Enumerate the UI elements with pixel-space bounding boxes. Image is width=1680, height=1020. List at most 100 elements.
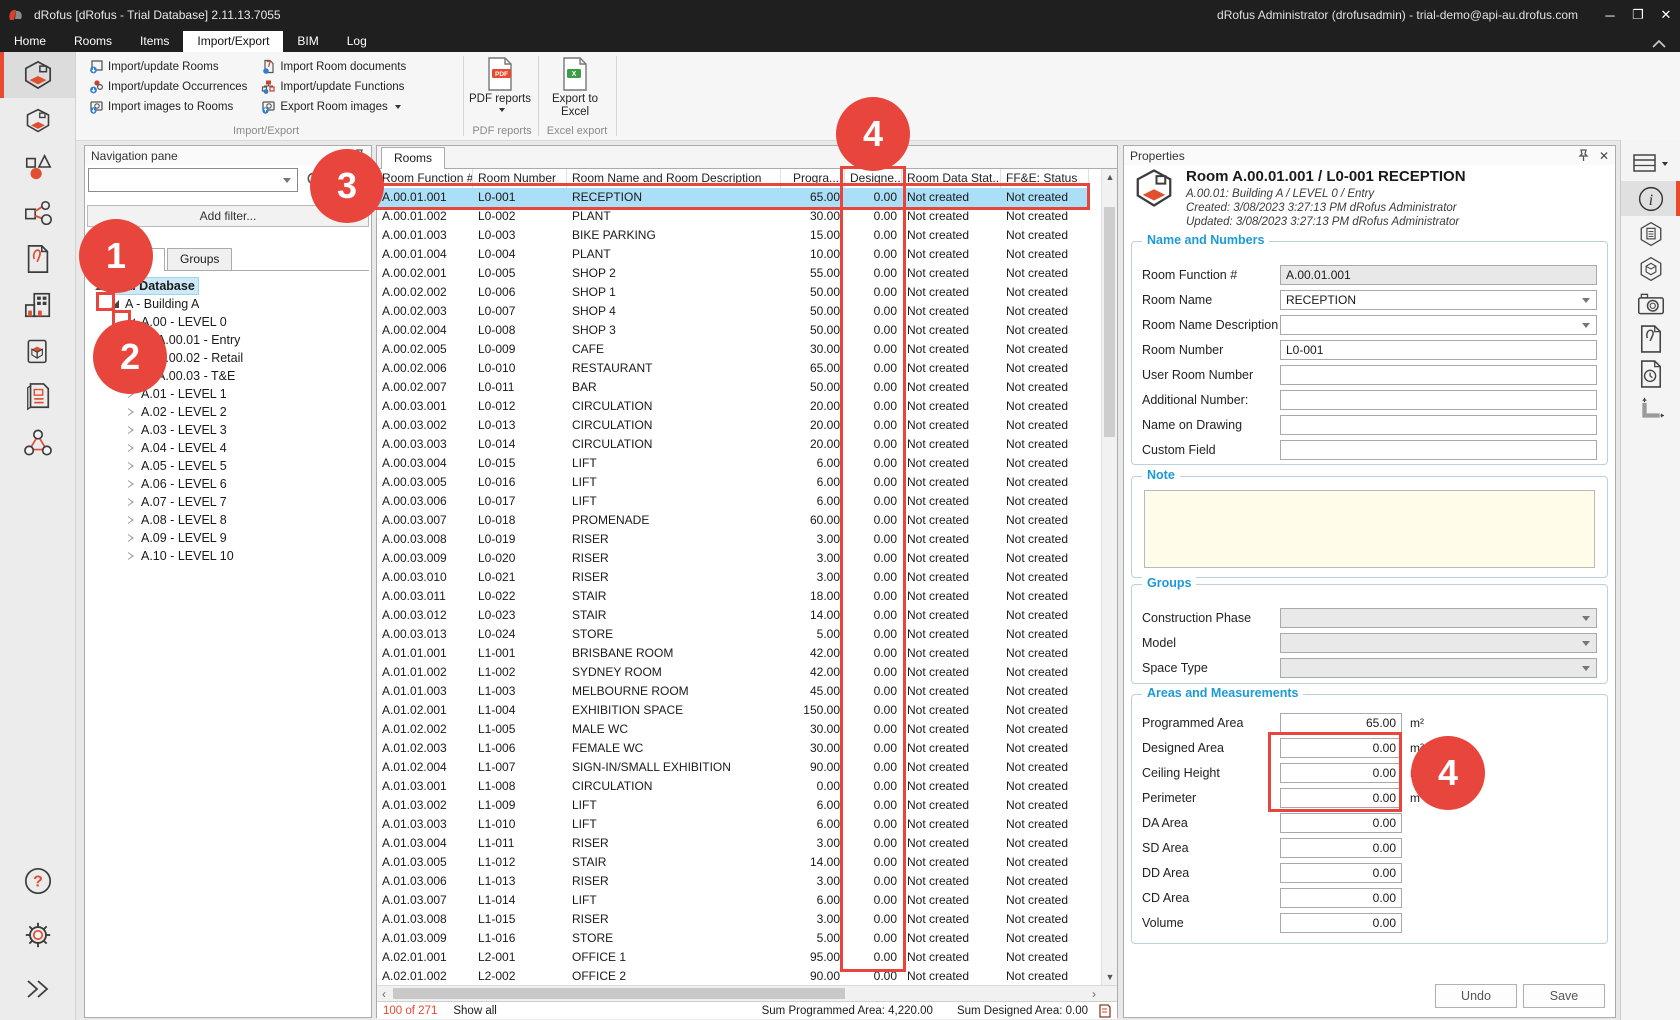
table-row[interactable]: A.01.01.001L1-001BRISBANE ROOM42.000.00N…	[377, 644, 1089, 663]
note-input[interactable]	[1144, 490, 1595, 568]
tree-item[interactable]: A.04 - LEVEL 4	[87, 439, 369, 457]
table-row[interactable]: A.01.03.003L1-010LIFT6.000.00Not created…	[377, 815, 1089, 834]
field-input-sd-area[interactable]: 0.00	[1280, 838, 1402, 858]
tree-collapsed-arrow-icon[interactable]	[125, 442, 138, 455]
table-row[interactable]: A.01.03.004L1-011RISER3.000.00Not create…	[377, 834, 1089, 853]
field-input-designed-area[interactable]: 0.00	[1280, 738, 1402, 758]
tab-room-documents[interactable]	[1621, 321, 1680, 356]
menu-tab-import-export[interactable]: Import/Export	[183, 31, 283, 52]
field-input-dd-area[interactable]: 0.00	[1280, 863, 1402, 883]
field-input-user-room-number[interactable]	[1280, 365, 1597, 385]
table-row[interactable]: A.02.01.002L2-002OFFICE 290.000.00Not cr…	[377, 967, 1089, 985]
table-row[interactable]: A.00.02.007L0-011BAR50.000.00Not created…	[377, 378, 1089, 397]
export-room-images-button[interactable]: Export Room images	[257, 98, 410, 115]
menu-tab-log[interactable]: Log	[333, 31, 381, 52]
pdf-reports-button[interactable]: PDF PDF reports	[467, 52, 533, 113]
sidebar-item-reports[interactable]	[0, 374, 75, 420]
table-row[interactable]: A.02.01.001L2-001OFFICE 195.000.00Not cr…	[377, 948, 1089, 967]
tab-groups[interactable]: Groups	[167, 248, 232, 270]
scroll-left-icon[interactable]: ‹	[377, 986, 391, 1001]
field-input-name-on-drawing[interactable]	[1280, 415, 1597, 435]
settings-button[interactable]	[0, 912, 75, 958]
scroll-up-icon[interactable]: ▲	[1102, 169, 1118, 185]
table-row[interactable]: A.00.03.003L0-014CIRCULATION20.000.00Not…	[377, 435, 1089, 454]
table-row[interactable]: A.00.02.002L0-006SHOP 150.000.00Not crea…	[377, 283, 1089, 302]
table-row[interactable]: A.01.03.006L1-013RISER3.000.00Not create…	[377, 872, 1089, 891]
table-row[interactable]: A.00.01.002L0-002PLANT30.000.00Not creat…	[377, 207, 1089, 226]
sidebar-item-systems[interactable]	[0, 420, 75, 466]
menu-tab-bim[interactable]: BIM	[283, 31, 332, 52]
tree-item[interactable]: A.00.01 - Entry	[87, 331, 369, 349]
field-input-ceiling-height[interactable]: 0.00	[1280, 763, 1402, 783]
sidebar-item-items[interactable]	[0, 144, 75, 190]
tree-collapsed-arrow-icon[interactable]	[125, 460, 138, 473]
sidebar-item-room-list[interactable]	[0, 98, 75, 144]
column-header-1[interactable]: Room Number	[473, 169, 567, 188]
table-row[interactable]: A.01.03.002L1-009LIFT6.000.00Not created…	[377, 796, 1089, 815]
tab-room-info[interactable]: i	[1621, 181, 1680, 216]
undo-button[interactable]: Undo	[1435, 984, 1517, 1008]
minimize-button[interactable]: ─	[1596, 2, 1624, 28]
table-row[interactable]: A.01.03.007L1-014LIFT6.000.00Not created…	[377, 891, 1089, 910]
tree-item[interactable]: A.05 - LEVEL 5	[87, 457, 369, 475]
tree-expanded-arrow-icon[interactable]	[109, 298, 122, 311]
table-row[interactable]: A.00.03.010L0-021RISER3.000.00Not create…	[377, 568, 1089, 587]
table-row[interactable]: A.00.02.005L0-009CAFE30.000.00Not create…	[377, 340, 1089, 359]
tree-item[interactable]: Trial Database	[87, 277, 369, 295]
tab-items-in-room[interactable]	[1621, 251, 1680, 286]
table-row[interactable]: A.00.03.001L0-012CIRCULATION20.000.00Not…	[377, 397, 1089, 416]
panel-layout-button[interactable]	[1621, 146, 1680, 181]
search-field[interactable]	[89, 173, 283, 187]
tree-item[interactable]: A.00.03 - T&E	[87, 367, 369, 385]
tree-item[interactable]: A.02 - LEVEL 2	[87, 403, 369, 421]
table-row[interactable]: A.00.03.007L0-018PROMENADE60.000.00Not c…	[377, 511, 1089, 530]
field-input-perimeter[interactable]: 0.00	[1280, 788, 1402, 808]
field-input-room-name[interactable]: RECEPTION	[1280, 290, 1597, 310]
table-row[interactable]: A.00.01.003L0-003BIKE PARKING15.000.00No…	[377, 226, 1089, 245]
table-row[interactable]: A.01.03.008L1-015RISER3.000.00Not create…	[377, 910, 1089, 929]
table-row[interactable]: A.00.03.005L0-016LIFT6.000.00Not created…	[377, 473, 1089, 492]
table-row[interactable]: A.01.01.002L1-002SYDNEY ROOM42.000.00Not…	[377, 663, 1089, 682]
tree-item[interactable]: A.06 - LEVEL 6	[87, 475, 369, 493]
tree-collapsed-arrow-icon[interactable]	[125, 424, 138, 437]
tab-measurements[interactable]	[1621, 391, 1680, 426]
horizontal-scroll-thumb[interactable]	[393, 988, 845, 999]
field-select-space-type[interactable]	[1280, 658, 1597, 678]
column-header-6[interactable]: FF&E: Status	[1001, 169, 1089, 188]
tree-item[interactable]: A - Building A	[87, 295, 369, 313]
sidebar-item-documents[interactable]	[0, 236, 75, 282]
tab-room-log[interactable]	[1621, 356, 1680, 391]
menu-tab-home[interactable]: Home	[0, 31, 60, 52]
tree-item[interactable]: A.00.02 - Retail	[87, 349, 369, 367]
column-header-0[interactable]: Room Function #	[377, 169, 473, 188]
vertical-scroll-thumb[interactable]	[1104, 207, 1115, 437]
import-update-functions-button[interactable]: Import/update Functions	[257, 78, 410, 95]
chevron-down-icon[interactable]	[283, 178, 291, 187]
table-row[interactable]: A.01.02.003L1-006FEMALE WC30.000.00Not c…	[377, 739, 1089, 758]
table-row[interactable]: A.01.02.002L1-005MALE WC30.000.00Not cre…	[377, 720, 1089, 739]
menu-tab-items[interactable]: Items	[126, 31, 183, 52]
close-icon[interactable]: ✕	[1599, 149, 1609, 163]
tree-collapsed-arrow-icon[interactable]	[125, 550, 138, 563]
tab-room-images[interactable]	[1621, 286, 1680, 321]
tree-item[interactable]: A.08 - LEVEL 8	[87, 511, 369, 529]
tree-collapsed-arrow-icon[interactable]	[125, 406, 138, 419]
tree-item[interactable]: A.10 - LEVEL 10	[87, 547, 369, 565]
field-input-programmed-area[interactable]: 65.00	[1280, 713, 1402, 733]
table-row[interactable]: A.01.03.009L1-016STORE5.000.00Not create…	[377, 929, 1089, 948]
close-button[interactable]: ✕	[1652, 2, 1680, 28]
menu-tab-rooms[interactable]: Rooms	[60, 31, 126, 52]
field-input-additional-number-[interactable]	[1280, 390, 1597, 410]
table-row[interactable]: A.00.02.003L0-007SHOP 450.000.00Not crea…	[377, 302, 1089, 321]
table-row[interactable]: A.00.02.001L0-005SHOP 255.000.00Not crea…	[377, 264, 1089, 283]
table-row[interactable]: A.00.02.006L0-010RESTAURANT65.000.00Not …	[377, 359, 1089, 378]
import-update-rooms-button[interactable]: Import/update Rooms	[85, 58, 251, 75]
table-row[interactable]: A.00.03.009L0-020RISER3.000.00Not create…	[377, 549, 1089, 568]
tree-expanded-arrow-icon[interactable]	[125, 316, 138, 329]
show-all-button[interactable]: Show all	[453, 1005, 496, 1017]
tree-item[interactable]: A.09 - LEVEL 9	[87, 529, 369, 547]
search-icon[interactable]	[306, 171, 324, 189]
tree-collapsed-arrow-icon[interactable]	[125, 532, 138, 545]
table-row[interactable]: A.01.03.005L1-012STAIR14.000.00Not creat…	[377, 853, 1089, 872]
field-input-cd-area[interactable]: 0.00	[1280, 888, 1402, 908]
